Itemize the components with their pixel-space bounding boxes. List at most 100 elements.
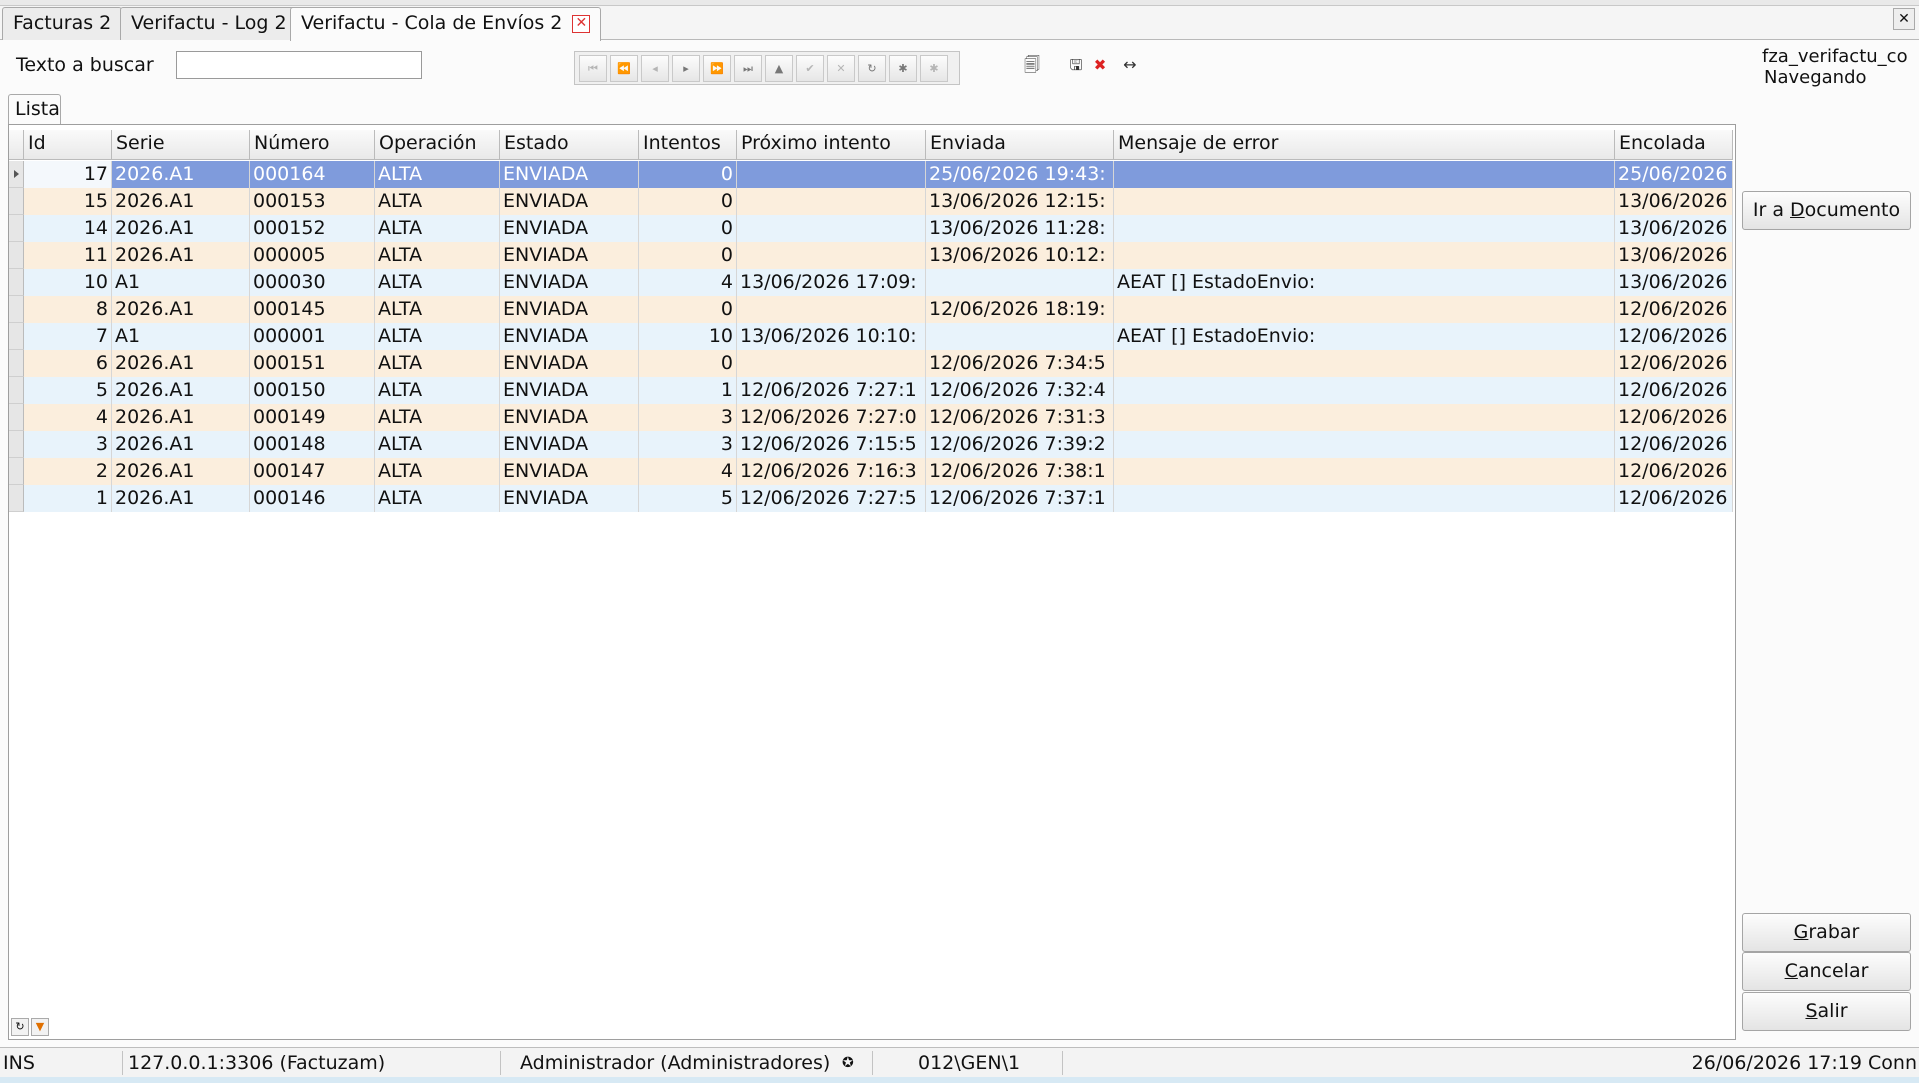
cell-mensaje-error[interactable] bbox=[1114, 431, 1615, 458]
cell-serie[interactable]: 2026.A1 bbox=[112, 161, 250, 188]
last-record-icon[interactable]: ⏭ bbox=[734, 55, 762, 82]
row-indicator[interactable] bbox=[9, 188, 24, 215]
cell-enviada[interactable]: 13/06/2026 12:15: bbox=[926, 188, 1114, 215]
refresh-icon[interactable]: ↻ bbox=[858, 55, 886, 82]
cell-intentos[interactable]: 0 bbox=[639, 350, 737, 377]
cell-numero[interactable]: 000149 bbox=[250, 404, 375, 431]
tab-lista[interactable]: Lista bbox=[8, 94, 61, 125]
column-header-proximo-intento[interactable]: Próximo intento bbox=[737, 130, 926, 160]
cell-intentos[interactable]: 5 bbox=[639, 485, 737, 512]
cell-proximo-intento[interactable]: 12/06/2026 7:27:5 bbox=[737, 485, 926, 512]
cell-numero[interactable]: 000146 bbox=[250, 485, 375, 512]
cell-serie[interactable]: 2026.A1 bbox=[112, 188, 250, 215]
cell-mensaje-error[interactable] bbox=[1114, 215, 1615, 242]
cell-enviada[interactable]: 13/06/2026 10:12: bbox=[926, 242, 1114, 269]
cell-serie[interactable]: 2026.A1 bbox=[112, 485, 250, 512]
cell-serie[interactable]: 2026.A1 bbox=[112, 350, 250, 377]
delete-icon[interactable]: ✖ bbox=[1089, 53, 1111, 77]
table-row[interactable]: 7 A1 000001 ALTA ENVIADA 10 13/06/2026 10:10: A… bbox=[9, 323, 1735, 350]
table-row[interactable]: 14 2026.A1 000152 ALTA ENVIADA 0 13/06/2026 11… bbox=[9, 215, 1735, 242]
apply-icon[interactable]: ✱ bbox=[889, 55, 917, 82]
ir-a-documento-button[interactable]: Ir a Documento bbox=[1742, 191, 1911, 230]
cell-estado[interactable]: ENVIADA bbox=[500, 215, 639, 242]
cell-encolada[interactable]: 12/06/2026 bbox=[1615, 404, 1733, 431]
cell-operacion[interactable]: ALTA bbox=[375, 431, 500, 458]
copy-document-icon[interactable]: 🗐 bbox=[1021, 53, 1043, 77]
cell-estado[interactable]: ENVIADA bbox=[500, 188, 639, 215]
cell-encolada[interactable]: 12/06/2026 bbox=[1615, 485, 1733, 512]
close-window-icon[interactable]: ✕ bbox=[1893, 8, 1915, 30]
column-header-enviada[interactable]: Enviada bbox=[926, 130, 1114, 160]
next-record-icon[interactable]: ▸ bbox=[672, 55, 700, 82]
table-row[interactable]: 17 2026.A1 000164 ALTA ENVIADA 0 25/06/2026 19… bbox=[9, 161, 1735, 188]
cell-id[interactable]: 2 bbox=[24, 458, 112, 485]
cell-serie[interactable]: 2026.A1 bbox=[112, 296, 250, 323]
export-icon[interactable]: 🖫 bbox=[1065, 53, 1087, 77]
cell-enviada[interactable]: 25/06/2026 19:43: bbox=[926, 161, 1114, 188]
cell-enviada[interactable]: 12/06/2026 7:31:3 bbox=[926, 404, 1114, 431]
cell-numero[interactable]: 000151 bbox=[250, 350, 375, 377]
row-indicator[interactable] bbox=[9, 323, 24, 350]
cell-operacion[interactable]: ALTA bbox=[375, 161, 500, 188]
cell-intentos[interactable]: 4 bbox=[639, 458, 737, 485]
cell-enviada[interactable] bbox=[926, 269, 1114, 296]
cell-encolada[interactable]: 12/06/2026 bbox=[1615, 377, 1733, 404]
cell-encolada[interactable]: 12/06/2026 bbox=[1615, 350, 1733, 377]
cell-intentos[interactable]: 0 bbox=[639, 188, 737, 215]
table-row[interactable]: 11 2026.A1 000005 ALTA ENVIADA 0 13/06/2026 10… bbox=[9, 242, 1735, 269]
cell-numero[interactable]: 000147 bbox=[250, 458, 375, 485]
cancelar-button[interactable]: Cancelar bbox=[1742, 952, 1911, 991]
cell-intentos[interactable]: 3 bbox=[639, 431, 737, 458]
cell-proximo-intento[interactable]: 12/06/2026 7:16:3 bbox=[737, 458, 926, 485]
search-input[interactable] bbox=[176, 51, 422, 79]
cell-numero[interactable]: 000150 bbox=[250, 377, 375, 404]
cancel-edit-icon[interactable]: ✕ bbox=[827, 55, 855, 82]
cell-intentos[interactable]: 3 bbox=[639, 404, 737, 431]
cell-id[interactable]: 6 bbox=[24, 350, 112, 377]
cell-id[interactable]: 7 bbox=[24, 323, 112, 350]
table-row[interactable]: 10 A1 000030 ALTA ENVIADA 4 13/06/2026 17:09: A… bbox=[9, 269, 1735, 296]
cell-id[interactable]: 1 bbox=[24, 485, 112, 512]
cell-encolada[interactable]: 25/06/2026 bbox=[1615, 161, 1733, 188]
cell-intentos[interactable]: 1 bbox=[639, 377, 737, 404]
cell-mensaje-error[interactable] bbox=[1114, 242, 1615, 269]
cell-proximo-intento[interactable]: 13/06/2026 17:09: bbox=[737, 269, 926, 296]
cell-id[interactable]: 14 bbox=[24, 215, 112, 242]
cell-serie[interactable]: 2026.A1 bbox=[112, 215, 250, 242]
table-row[interactable]: 6 2026.A1 000151 ALTA ENVIADA 0 12/06/2026 7:3… bbox=[9, 350, 1735, 377]
table-row[interactable]: 15 2026.A1 000153 ALTA ENVIADA 0 13/06/2026 12… bbox=[9, 188, 1735, 215]
row-indicator[interactable] bbox=[9, 161, 24, 188]
row-indicator[interactable] bbox=[9, 350, 24, 377]
cell-estado[interactable]: ENVIADA bbox=[500, 458, 639, 485]
cell-estado[interactable]: ENVIADA bbox=[500, 485, 639, 512]
add-icon[interactable]: ✱ bbox=[920, 55, 948, 82]
cell-mensaje-error[interactable] bbox=[1114, 404, 1615, 431]
cell-id[interactable]: 5 bbox=[24, 377, 112, 404]
row-indicator[interactable] bbox=[9, 242, 24, 269]
cell-mensaje-error[interactable]: AEAT [] EstadoEnvio: bbox=[1114, 269, 1615, 296]
cell-operacion[interactable]: ALTA bbox=[375, 377, 500, 404]
cell-id[interactable]: 10 bbox=[24, 269, 112, 296]
cell-encolada[interactable]: 12/06/2026 bbox=[1615, 431, 1733, 458]
cell-mensaje-error[interactable] bbox=[1114, 485, 1615, 512]
resize-columns-icon[interactable]: ↔ bbox=[1119, 53, 1141, 77]
column-header-numero[interactable]: Número bbox=[250, 130, 375, 160]
cell-estado[interactable]: ENVIADA bbox=[500, 242, 639, 269]
cell-numero[interactable]: 000148 bbox=[250, 431, 375, 458]
cell-mensaje-error[interactable] bbox=[1114, 188, 1615, 215]
cell-intentos[interactable]: 0 bbox=[639, 215, 737, 242]
row-indicator[interactable] bbox=[9, 215, 24, 242]
cell-proximo-intento[interactable] bbox=[737, 215, 926, 242]
cell-encolada[interactable]: 13/06/2026 bbox=[1615, 269, 1733, 296]
cell-operacion[interactable]: ALTA bbox=[375, 350, 500, 377]
cell-intentos[interactable]: 0 bbox=[639, 161, 737, 188]
next-page-icon[interactable]: ⏩ bbox=[703, 55, 731, 82]
cell-numero[interactable]: 000005 bbox=[250, 242, 375, 269]
cell-enviada[interactable] bbox=[926, 323, 1114, 350]
post-record-icon[interactable]: ✔ bbox=[796, 55, 824, 82]
cell-id[interactable]: 17 bbox=[24, 161, 112, 188]
cell-operacion[interactable]: ALTA bbox=[375, 323, 500, 350]
cell-intentos[interactable]: 0 bbox=[639, 296, 737, 323]
column-header-serie[interactable]: Serie bbox=[112, 130, 250, 160]
grabar-button[interactable]: Grabar bbox=[1742, 913, 1911, 952]
